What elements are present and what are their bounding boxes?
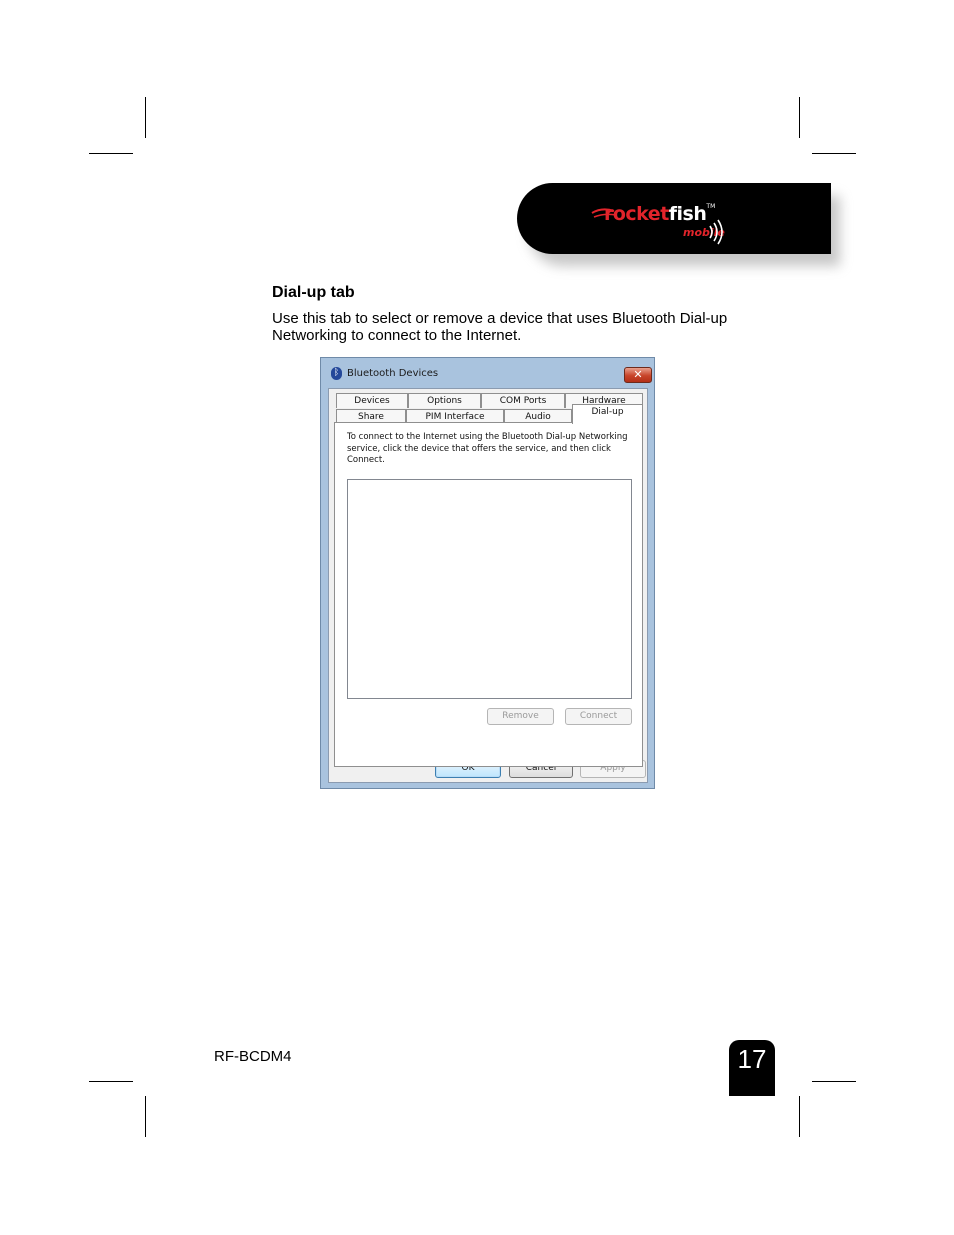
logo-fish: fish bbox=[668, 203, 707, 225]
logo-rocket: rocket bbox=[604, 203, 669, 225]
tab-com-ports[interactable]: COM Ports bbox=[481, 393, 565, 408]
tab-options[interactable]: Options bbox=[408, 393, 481, 408]
dial-up-panel: To connect to the Internet using the Blu… bbox=[334, 422, 643, 767]
tab-dial-up[interactable]: Dial-up bbox=[572, 404, 643, 424]
crop-mark bbox=[89, 1081, 133, 1082]
crop-mark bbox=[799, 97, 800, 138]
page-number: 17 bbox=[737, 1044, 767, 1074]
connect-button[interactable]: Connect bbox=[565, 708, 632, 725]
remove-button[interactable]: Remove bbox=[487, 708, 554, 725]
logo-tm: TM bbox=[706, 203, 716, 210]
titlebar: ᛒ Bluetooth Devices ✕ bbox=[321, 358, 654, 386]
crop-mark bbox=[812, 153, 856, 154]
dialog-client-area: Devices Options COM Ports Hardware Share… bbox=[328, 388, 648, 783]
logo-wordmark: rocketfishTM bbox=[604, 203, 715, 225]
crop-mark bbox=[145, 1096, 146, 1137]
dial-up-instructions: To connect to the Internet using the Blu… bbox=[347, 432, 628, 465]
dialog-title: Bluetooth Devices bbox=[347, 368, 439, 379]
device-list[interactable] bbox=[347, 479, 632, 699]
crop-mark bbox=[799, 1096, 800, 1137]
model-number: RF-BCDM4 bbox=[214, 1048, 292, 1065]
bluetooth-icon: ᛒ bbox=[331, 367, 342, 380]
crop-mark bbox=[145, 97, 146, 138]
crop-mark bbox=[89, 153, 133, 154]
close-button[interactable]: ✕ bbox=[624, 367, 652, 383]
bluetooth-devices-dialog: ᛒ Bluetooth Devices ✕ Devices Options CO… bbox=[320, 357, 655, 789]
wireless-waves-icon bbox=[709, 219, 723, 245]
section-heading: Dial-up tab bbox=[272, 284, 355, 301]
tab-devices[interactable]: Devices bbox=[336, 393, 408, 408]
crop-mark bbox=[812, 1081, 856, 1082]
section-body: Use this tab to select or remove a devic… bbox=[272, 310, 728, 344]
page-number-tab: 17 bbox=[729, 1040, 775, 1096]
